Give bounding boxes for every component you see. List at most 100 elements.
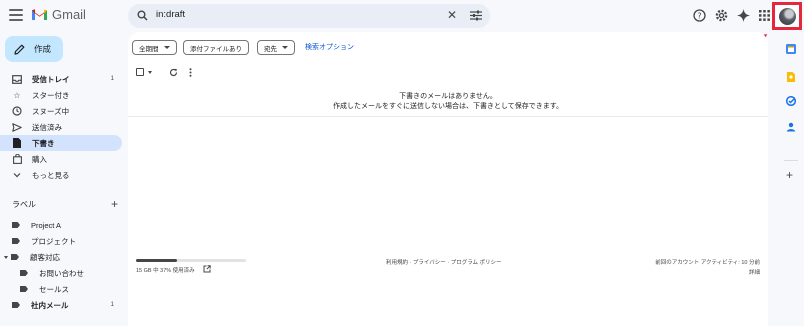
advanced-search-link[interactable]: 検索オプション bbox=[305, 42, 354, 52]
main-panel: 全期間 添付ファイルあり 宛先 検索オプション 下書きのメールはありません。 作… bbox=[128, 32, 768, 326]
nav-item-snoozed[interactable]: スヌーズ中 bbox=[0, 103, 122, 119]
compose-label: 作成 bbox=[34, 44, 52, 54]
label-tag-icon bbox=[20, 270, 28, 276]
gmail-logo[interactable]: Gmail bbox=[31, 7, 86, 22]
empty-state-description: 作成したメールをすぐに送信しない場合は、下書きとして保存できます。 bbox=[332, 103, 564, 110]
program-policy-link[interactable]: プログラム ポリシー bbox=[451, 260, 502, 266]
search-options-icon[interactable] bbox=[470, 10, 482, 21]
send-icon bbox=[12, 122, 22, 132]
settings-gear-icon[interactable] bbox=[714, 8, 728, 22]
label-item-project[interactable]: プロジェクト bbox=[0, 233, 122, 249]
gemini-sparkle-icon[interactable] bbox=[736, 8, 750, 22]
app-name: Gmail bbox=[52, 7, 86, 22]
labels-list: Project A プロジェクト 顧客対応 お問い合わせ セールス 社内メール … bbox=[0, 217, 122, 313]
expand-caret-icon[interactable] bbox=[4, 255, 8, 259]
label-item-project-a[interactable]: Project A bbox=[0, 217, 122, 233]
nav-count: 1 bbox=[110, 76, 114, 82]
label-tag-icon bbox=[12, 302, 20, 308]
nav-item-starred[interactable]: ☆ スター付き bbox=[0, 87, 122, 103]
get-addons-icon[interactable]: + bbox=[786, 168, 793, 182]
filter-to-chip[interactable]: 宛先 bbox=[257, 40, 295, 55]
nav-item-inbox[interactable]: 受信トレイ 1 bbox=[0, 71, 122, 87]
labels-header: ラベル + bbox=[12, 197, 118, 211]
search-icon[interactable] bbox=[137, 10, 148, 21]
account-avatar[interactable] bbox=[779, 8, 796, 25]
more-vert-icon[interactable] bbox=[189, 67, 192, 77]
side-panel: + bbox=[778, 32, 804, 326]
filter-period-chip[interactable]: 全期間 bbox=[132, 40, 177, 55]
divider bbox=[128, 116, 768, 117]
keep-icon[interactable] bbox=[786, 72, 796, 82]
shopping-bag-icon bbox=[12, 154, 22, 164]
nav-label: スヌーズ中 bbox=[32, 106, 70, 116]
nav-item-drafts[interactable]: 下書き bbox=[0, 135, 122, 151]
main-menu-button[interactable] bbox=[9, 9, 23, 23]
add-label-icon[interactable]: + bbox=[111, 197, 118, 211]
labels-title: ラベル bbox=[12, 200, 36, 209]
pencil-icon bbox=[14, 44, 25, 55]
nav-label: 下書き bbox=[32, 138, 55, 148]
select-all-checkbox[interactable] bbox=[136, 68, 144, 76]
label-name: Project A bbox=[31, 220, 62, 230]
refresh-icon[interactable] bbox=[169, 68, 178, 77]
search-input[interactable]: in:draft bbox=[156, 9, 185, 20]
label-tag-icon bbox=[12, 222, 20, 228]
account-highlight-box bbox=[772, 2, 802, 30]
open-in-new-icon[interactable] bbox=[203, 265, 211, 273]
label-item-customer[interactable]: 顧客対応 bbox=[0, 249, 122, 265]
nav-item-more[interactable]: もっと見る bbox=[0, 167, 122, 183]
nav-item-purchases[interactable]: 購入 bbox=[0, 151, 122, 167]
terms-link[interactable]: 利用規約 bbox=[386, 260, 408, 266]
label-count: 1 bbox=[110, 302, 114, 308]
storage-usage-fill bbox=[136, 259, 177, 262]
storage-usage-bar bbox=[136, 259, 246, 262]
nav-item-sent[interactable]: 送信済み bbox=[0, 119, 122, 135]
chip-label: 宛先 bbox=[264, 45, 277, 53]
label-name: プロジェクト bbox=[31, 236, 76, 246]
nav-label: スター付き bbox=[32, 90, 70, 100]
nav-label: 送信済み bbox=[32, 122, 62, 132]
draft-icon bbox=[12, 138, 22, 148]
apps-grid-icon[interactable] bbox=[757, 8, 771, 22]
clock-icon bbox=[12, 106, 22, 116]
chip-label: 全期間 bbox=[139, 45, 159, 53]
search-bar[interactable]: in:draft ✕ bbox=[128, 4, 490, 28]
inbox-icon bbox=[12, 74, 22, 84]
calendar-icon[interactable] bbox=[786, 44, 796, 54]
details-link[interactable]: 詳細 bbox=[749, 268, 760, 276]
label-name: 顧客対応 bbox=[30, 252, 60, 262]
label-name: セールス bbox=[39, 284, 69, 294]
nav-label: 購入 bbox=[32, 154, 47, 164]
label-item-inquiry[interactable]: お問い合わせ bbox=[0, 265, 122, 281]
label-tag-icon bbox=[11, 254, 19, 260]
list-toolbar bbox=[136, 66, 192, 78]
nav-label: 受信トレイ bbox=[32, 74, 70, 84]
compose-button[interactable]: 作成 bbox=[5, 36, 63, 62]
sidebar-nav: 受信トレイ 1 ☆ スター付き スヌーズ中 送信済み 下書き 購入 もっと見る bbox=[0, 71, 122, 183]
label-name: 社内メール bbox=[31, 300, 69, 310]
clear-search-icon[interactable]: ✕ bbox=[447, 8, 457, 22]
dropdown-caret-icon bbox=[163, 46, 170, 49]
empty-state-title: 下書きのメールはありません。 bbox=[399, 93, 497, 100]
label-item-internal[interactable]: 社内メール 1 bbox=[0, 297, 122, 313]
help-icon[interactable]: ? bbox=[692, 8, 706, 22]
svg-text:?: ? bbox=[697, 11, 701, 20]
side-divider bbox=[784, 160, 798, 161]
storage-usage-text: 15 GB 中 37% 使用済み bbox=[136, 268, 195, 274]
label-item-sales[interactable]: セールス bbox=[0, 281, 122, 297]
label-name: お問い合わせ bbox=[39, 268, 84, 278]
select-dropdown-icon[interactable] bbox=[148, 70, 152, 74]
last-activity-text: 前回のアカウント アクティビティ: 10 分前 bbox=[655, 260, 760, 266]
filter-attachment-chip[interactable]: 添付ファイルあり bbox=[183, 40, 249, 55]
star-icon: ☆ bbox=[13, 90, 21, 100]
privacy-link[interactable]: プライバシー bbox=[413, 260, 446, 266]
contacts-icon[interactable] bbox=[786, 122, 796, 132]
top-bar: Gmail in:draft ✕ ? bbox=[0, 0, 804, 32]
label-tag-icon bbox=[12, 238, 20, 244]
tasks-icon[interactable] bbox=[786, 96, 796, 106]
gmail-m-icon bbox=[32, 9, 47, 20]
chevron-down-icon bbox=[12, 170, 22, 180]
nav-label: もっと見る bbox=[32, 170, 70, 180]
footer-links: 利用規約 · プライバシー · プログラム ポリシー bbox=[386, 260, 502, 266]
label-tag-icon bbox=[20, 286, 28, 292]
